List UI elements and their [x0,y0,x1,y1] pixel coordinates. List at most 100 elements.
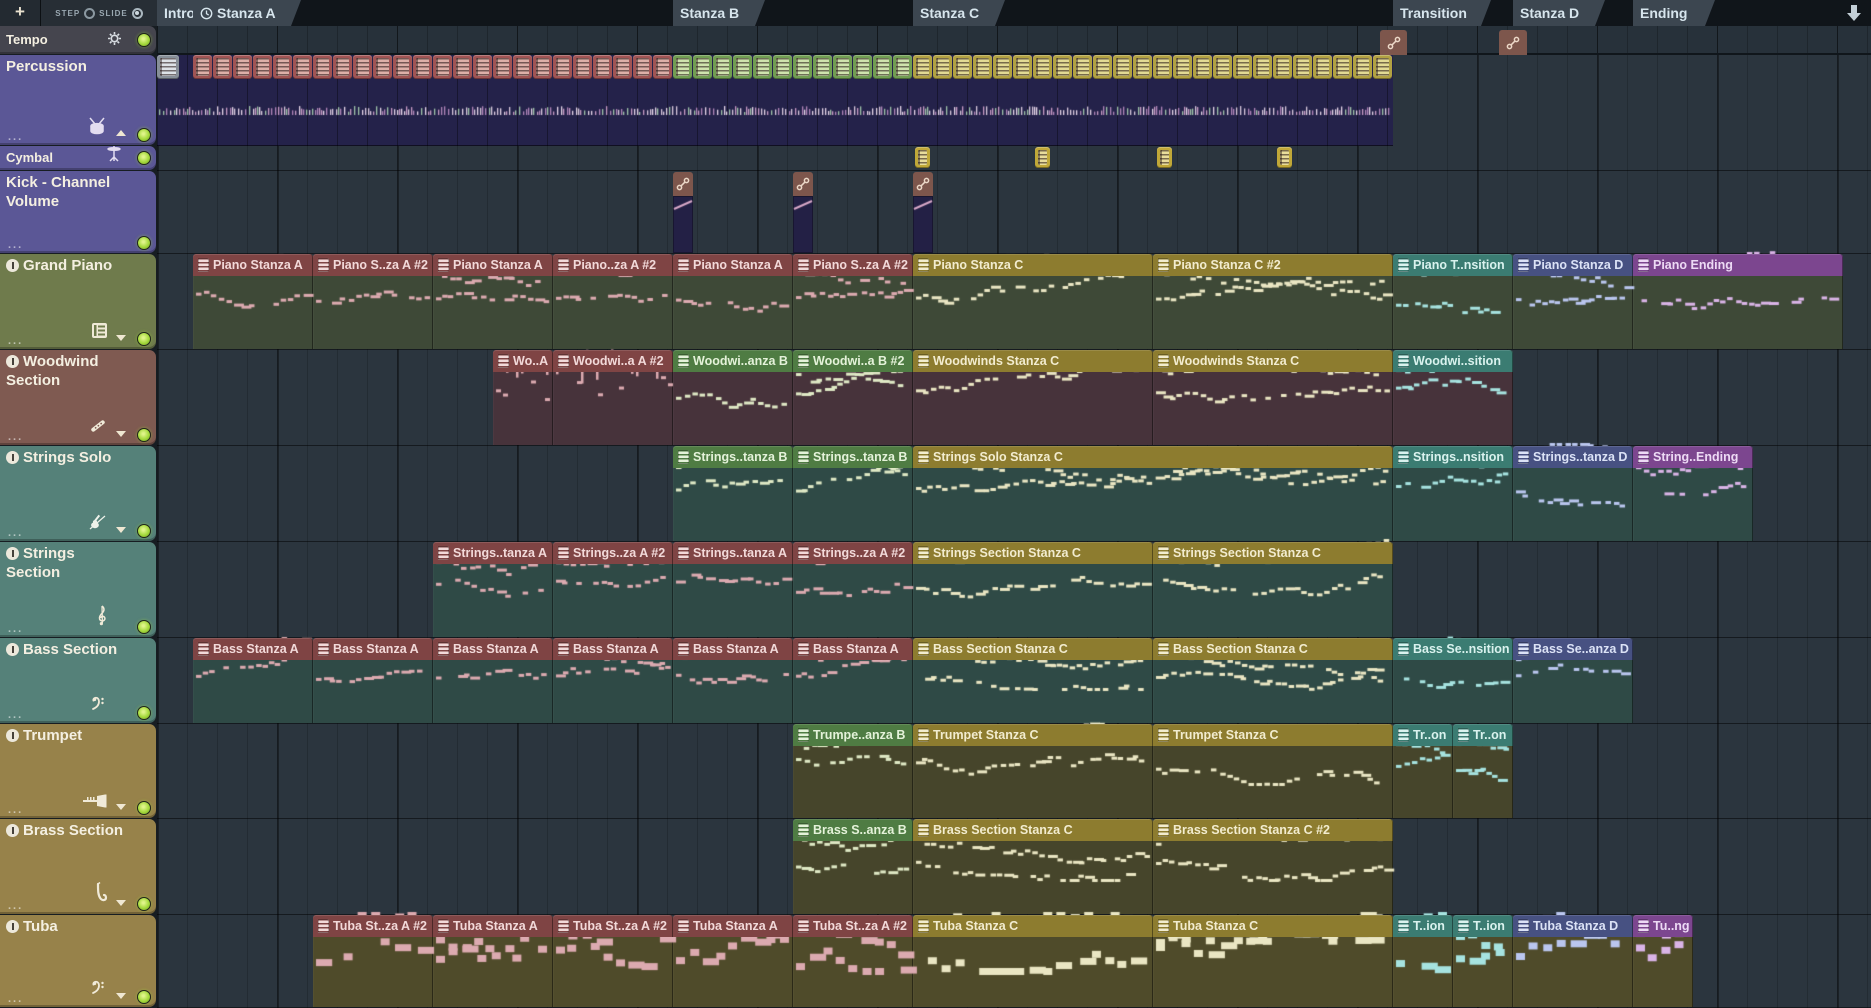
clip-bass[interactable]: Bass Stanza A [673,638,793,660]
clip-bass[interactable]: Bass Se..nsition [1393,638,1513,660]
clip-body-piano[interactable] [193,276,313,349]
pattern-clip-stanza-a[interactable] [353,55,372,79]
clip-body-tuba[interactable] [313,937,433,1007]
clip-strings-section[interactable]: Strings..tanza A [673,542,793,564]
track-collapse-caret[interactable] [116,993,126,999]
clip-body-strings-solo[interactable] [1633,468,1753,541]
pattern-clip-stanza-c[interactable] [1333,55,1352,79]
clip-tuba[interactable]: Tuba St..za A #2 [553,915,673,937]
pattern-clip-stanza-a[interactable] [453,55,472,79]
pattern-clip-stanza-c[interactable] [913,55,932,79]
clip-body-strings-solo[interactable] [793,468,913,541]
clip-strings-section[interactable]: Strings..za A #2 [553,542,673,564]
track-header-trumpet[interactable]: Trumpet... [0,724,156,818]
track-enable-led[interactable] [137,620,151,634]
clip-body-tuba[interactable] [1153,937,1393,1007]
track-options-dots[interactable]: ... [8,804,23,816]
timeline-ruler[interactable] [157,26,1871,55]
pattern-clip-stanza-c[interactable] [1033,55,1052,79]
clip-piano[interactable]: Piano S..za A #2 [313,254,433,276]
track-enable-led[interactable] [137,990,151,1004]
clip-body-brass[interactable] [913,841,1153,914]
clip-body-tuba[interactable] [553,937,673,1007]
clip-body-woodwind[interactable] [673,372,793,445]
clip-strings-solo[interactable]: Strings Solo Stanza C [913,446,1393,468]
clip-body-trumpet[interactable] [913,746,1153,818]
cymbal-pattern-clip[interactable] [915,147,930,168]
track-options-dots[interactable]: ... [8,131,23,143]
clip-body-trumpet[interactable] [793,746,913,818]
cymbal-pattern-clip[interactable] [1157,147,1172,168]
pattern-clip-stanza-c[interactable] [1013,55,1032,79]
clip-body-bass[interactable] [1393,660,1513,723]
clip-body-tuba[interactable] [433,937,553,1007]
pattern-clip-stanza-a[interactable] [193,55,212,79]
timeline-marker-stanza-a[interactable]: Stanza A [193,0,301,26]
clip-body-woodwind[interactable] [553,372,673,445]
clip-piano[interactable]: Piano T..nsition [1393,254,1513,276]
clip-body-woodwind[interactable] [913,372,1153,445]
kick-volume-automation-clip[interactable] [673,172,693,196]
clip-bass[interactable]: Bass Stanza A [193,638,313,660]
timeline-marker-stanza-b[interactable]: Stanza B [673,0,765,26]
clip-strings-section[interactable]: Strings..tanza A [433,542,553,564]
clip-bass[interactable]: Bass Section Stanza C [913,638,1153,660]
clip-tuba[interactable]: Tuba St..za A #2 [793,915,913,937]
pattern-clip-stanza-a[interactable] [293,55,312,79]
track-collapse-caret[interactable] [116,130,126,136]
track-header-cymbal[interactable]: Cymbal [0,146,156,170]
clip-body-strings-section[interactable] [553,564,673,637]
clip-bass[interactable]: Bass Se..anza D [1513,638,1633,660]
track-header-tempo[interactable]: Tempo [0,26,156,54]
clip-woodwind[interactable]: Woodwinds Stanza C [1153,350,1393,372]
pattern-clip-stanza-a[interactable] [613,55,632,79]
step-toggle[interactable] [84,8,95,19]
clip-body-piano[interactable] [433,276,553,349]
pattern-clip-stanza-b[interactable] [753,55,772,79]
track-header-brass-section[interactable]: Brass Section... [0,819,156,914]
playlist-grid[interactable]: Piano Stanza APiano S..za A #2Piano Stan… [157,26,1871,1008]
pattern-clip-stanza-c[interactable] [1173,55,1192,79]
clip-bass[interactable]: Bass Stanza A [313,638,433,660]
clip-body-bass[interactable] [313,660,433,723]
track-collapse-caret[interactable] [116,804,126,810]
clip-body-bass[interactable] [1513,660,1633,723]
clip-body-tuba[interactable] [1393,937,1453,1007]
pattern-clip-stanza-c[interactable] [1293,55,1312,79]
pattern-clip-stanza-a[interactable] [233,55,252,79]
pattern-clip-stanza-a[interactable] [373,55,392,79]
pattern-clip-stanza-c[interactable] [1313,55,1332,79]
clip-brass[interactable]: Brass S..anza B [793,819,913,841]
pattern-clip-stanza-a[interactable] [633,55,652,79]
track-enable-led[interactable] [137,128,151,142]
scroll-down-icon[interactable] [1846,4,1862,22]
clip-strings-section[interactable]: Strings Section Stanza C [913,542,1153,564]
clip-tuba[interactable]: Tu..ng [1633,915,1693,937]
timeline-marker-stanza-c[interactable]: Stanza C [913,0,1005,26]
clip-body-strings-solo[interactable] [1513,468,1633,541]
pattern-clip-stanza-b[interactable] [773,55,792,79]
clip-piano[interactable]: Piano..za A #2 [553,254,673,276]
track-header-kick-channel-volume[interactable]: Kick - Channel Volume... [0,171,156,253]
clip-strings-section[interactable]: Strings Section Stanza C [1153,542,1393,564]
pattern-clip-stanza-b[interactable] [873,55,892,79]
clip-bass[interactable]: Bass Stanza A [553,638,673,660]
track-options-dots[interactable]: ... [8,993,23,1005]
clip-tuba[interactable]: Tuba Stanza C [913,915,1153,937]
track-header-strings-section[interactable]: Strings Section... [0,542,156,637]
pattern-clip-stanza-a[interactable] [653,55,672,79]
pattern-clip-stanza-a[interactable] [473,55,492,79]
tempo-automation-clip[interactable] [1380,30,1407,55]
clip-body-strings-solo[interactable] [913,468,1393,541]
pattern-clip-stanza-b[interactable] [893,55,912,79]
clip-woodwind[interactable]: Woodwi..a B #2 [793,350,913,372]
track-collapse-caret[interactable] [116,431,126,437]
clip-body-tuba[interactable] [1453,937,1513,1007]
clip-body-piano[interactable] [313,276,433,349]
clip-body-strings-section[interactable] [1153,564,1393,637]
pattern-clip-stanza-a[interactable] [253,55,272,79]
clip-body-tuba[interactable] [1513,937,1633,1007]
track-enable-led[interactable] [137,706,151,720]
pattern-clip-stanza-c[interactable] [1053,55,1072,79]
pattern-clip-stanza-c[interactable] [1233,55,1252,79]
